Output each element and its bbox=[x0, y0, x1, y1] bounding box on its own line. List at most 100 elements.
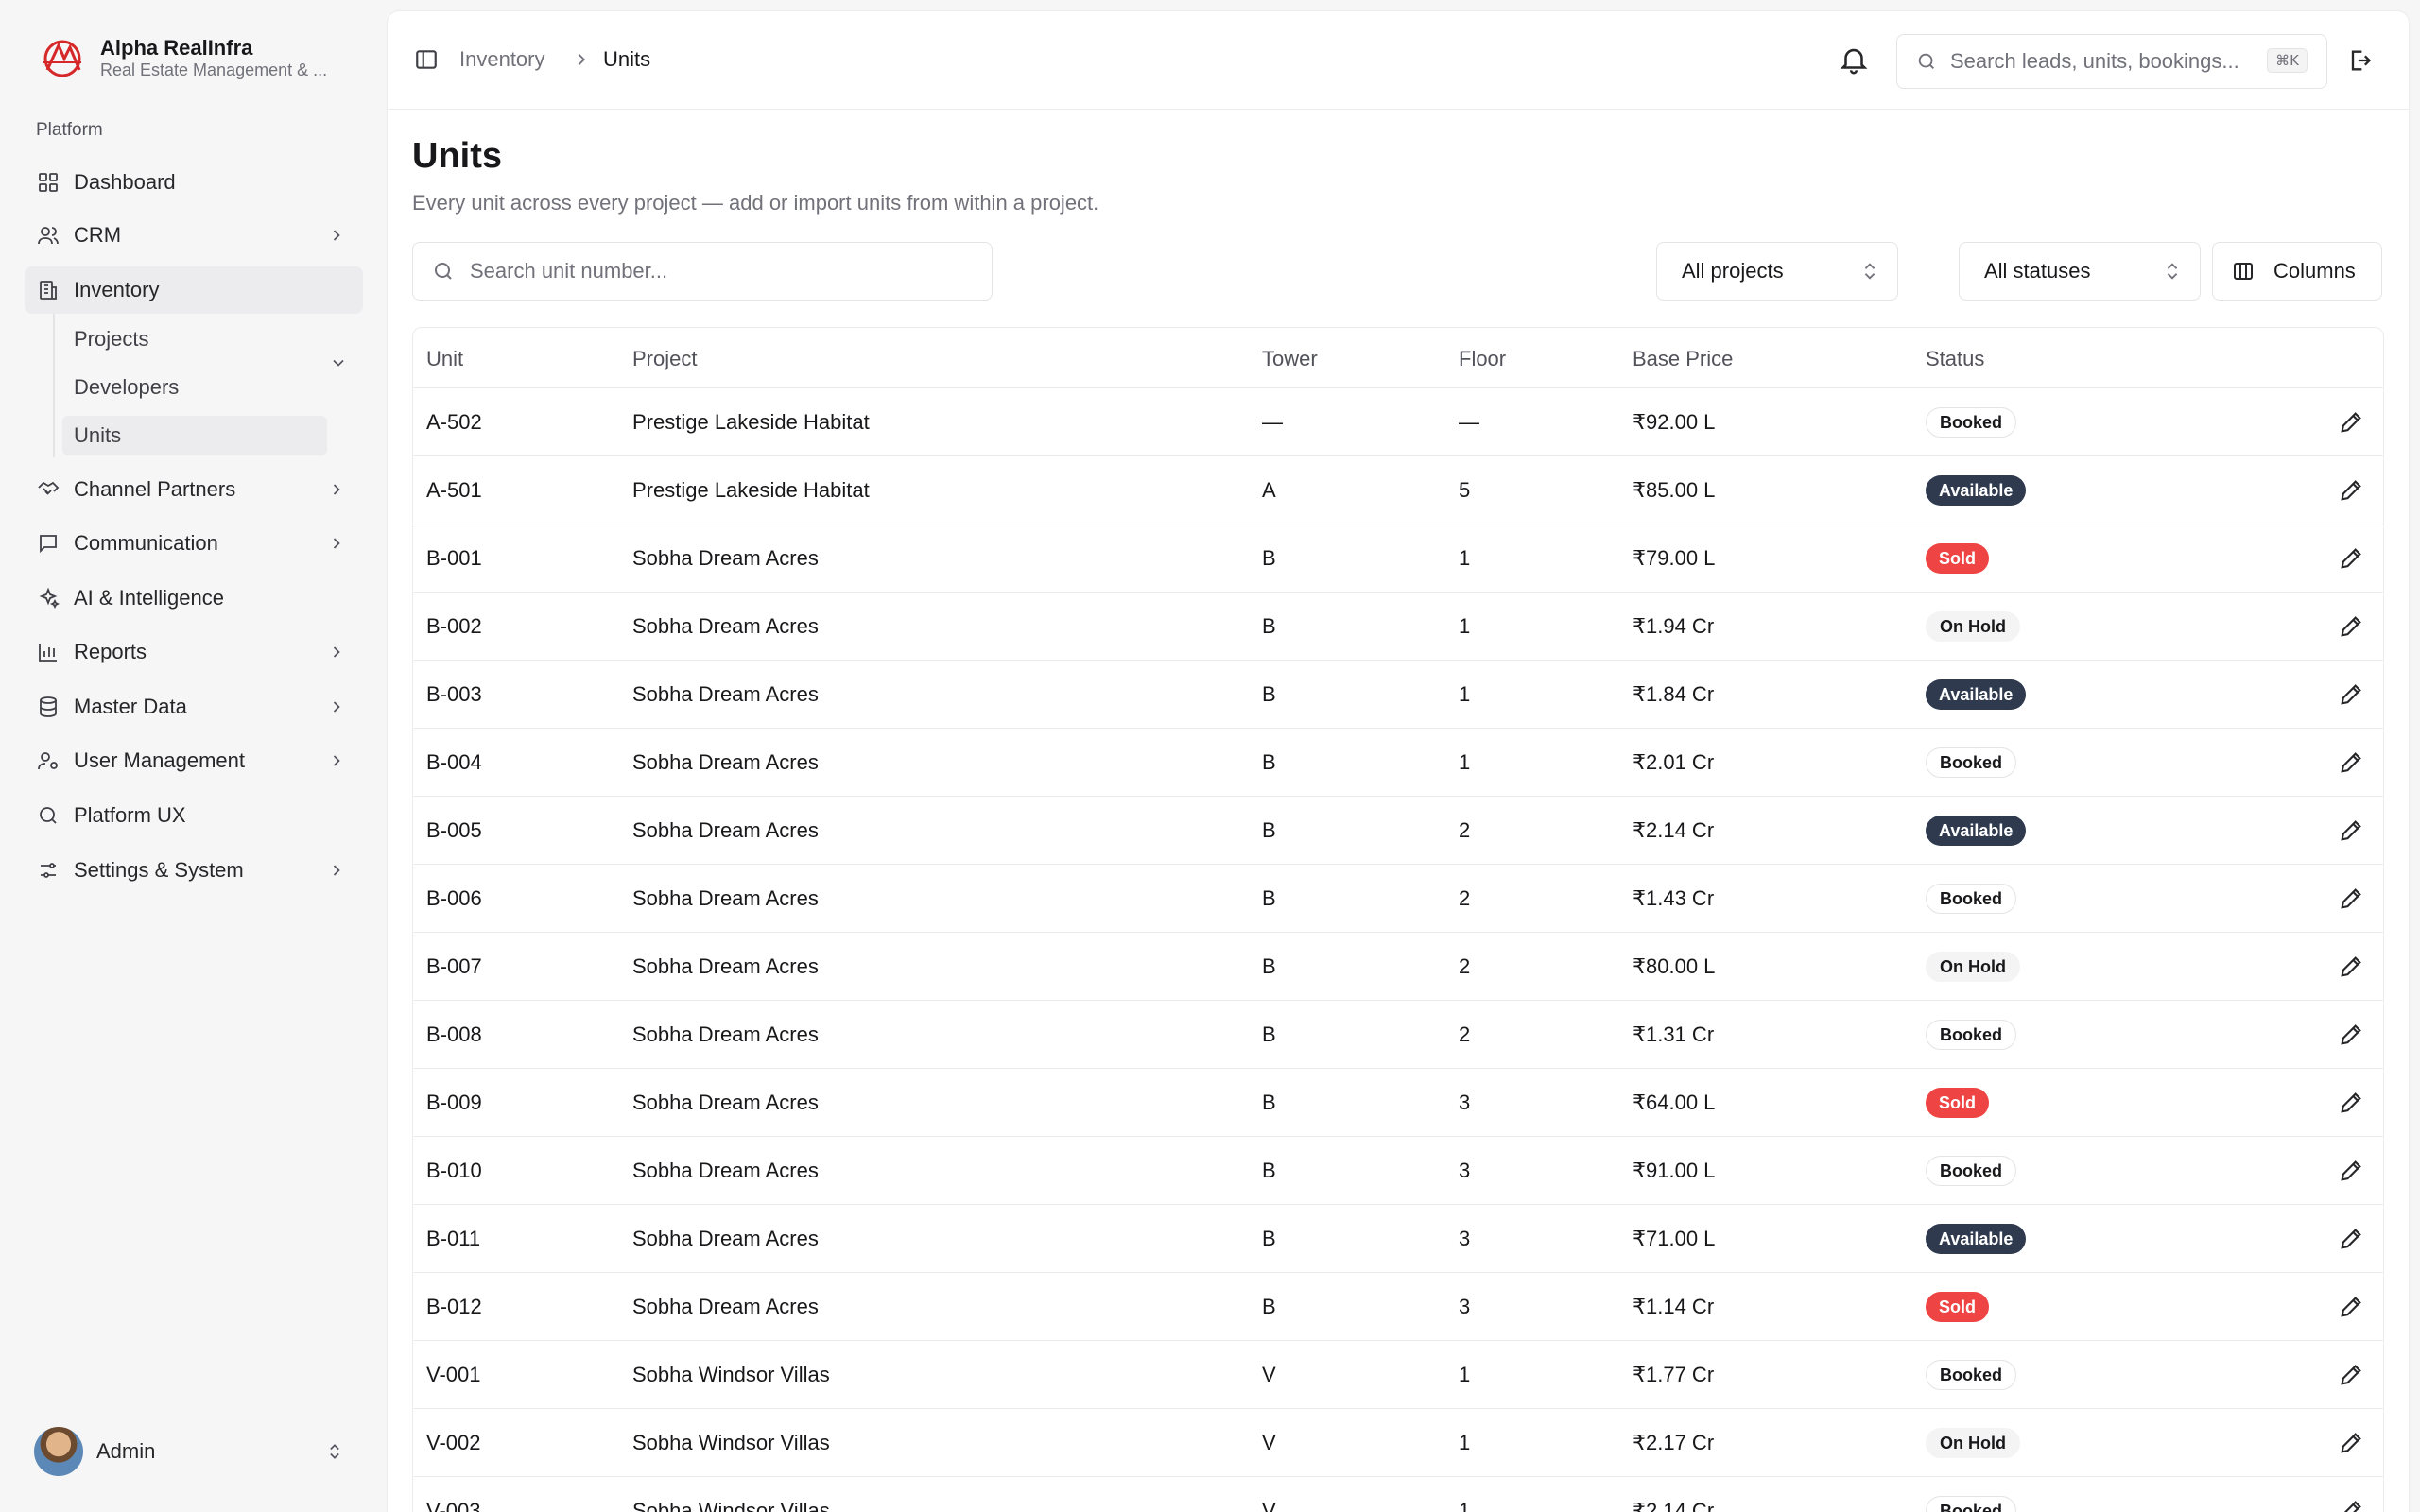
pencil-icon[interactable] bbox=[2338, 545, 2364, 572]
table-row[interactable]: V-003 Sobha Windsor Villas V 1 ₹2.14 Cr Booke… bbox=[413, 1477, 2383, 1512]
cell-tower: — bbox=[1262, 410, 1283, 434]
sidebar-item-ai-intelligence[interactable]: AI & Intelligence bbox=[25, 575, 363, 622]
bell-icon[interactable] bbox=[1838, 43, 1870, 76]
table-row[interactable]: A-501 Prestige Lakeside Habitat A 5 ₹85.00 L… bbox=[413, 456, 2383, 524]
pencil-icon[interactable] bbox=[2338, 613, 2364, 640]
pencil-icon[interactable] bbox=[2338, 477, 2364, 504]
sidebar-item-user-management[interactable]: User Management bbox=[25, 737, 363, 784]
sidebar-item-dashboard[interactable]: Dashboard bbox=[25, 159, 363, 206]
status-badge: Available bbox=[1926, 816, 2027, 846]
pencil-icon[interactable] bbox=[2338, 817, 2364, 844]
pencil-icon[interactable] bbox=[2338, 1090, 2364, 1116]
breadcrumb-inventory[interactable]: Inventory bbox=[459, 47, 545, 72]
cell-project: Sobha Dream Acres bbox=[632, 1091, 819, 1114]
columns-button-label: Columns bbox=[2273, 259, 2356, 283]
sidebar-item-crm[interactable]: CRM bbox=[25, 212, 363, 259]
sidebar-subitem-developers[interactable]: Developers bbox=[62, 368, 327, 407]
top-bar: Inventory Units Search leads, units, boo… bbox=[388, 11, 2409, 110]
cell-base-price: ₹2.17 Cr bbox=[1633, 1431, 1715, 1454]
table-row[interactable]: V-001 Sobha Windsor Villas V 1 ₹1.77 Cr Booke… bbox=[413, 1341, 2383, 1409]
sidebar-item-master-data[interactable]: Master Data bbox=[25, 683, 363, 730]
table-row[interactable]: B-003 Sobha Dream Acres B 1 ₹1.84 Cr Availabl… bbox=[413, 661, 2383, 729]
status-badge: Booked bbox=[1926, 1020, 2017, 1050]
table-row[interactable]: B-007 Sobha Dream Acres B 2 ₹80.00 L On Hold bbox=[413, 933, 2383, 1001]
table-row[interactable]: B-010 Sobha Dream Acres B 3 ₹91.00 L Booked bbox=[413, 1137, 2383, 1205]
project-filter-select[interactable]: All projects bbox=[1656, 242, 1898, 301]
chevron-up-down-icon bbox=[2167, 263, 2178, 280]
sidebar-subitem-projects[interactable]: Projects bbox=[62, 319, 327, 359]
cell-project: Sobha Windsor Villas bbox=[632, 1499, 830, 1512]
table-row[interactable]: B-012 Sobha Dream Acres B 3 ₹1.14 Cr Sold bbox=[413, 1273, 2383, 1341]
database-icon bbox=[36, 695, 60, 719]
sidebar-subitem-units[interactable]: Units bbox=[62, 416, 327, 455]
sidebar-item-channel-partners[interactable]: Channel Partners bbox=[25, 466, 363, 513]
unit-search-input[interactable] bbox=[470, 259, 980, 284]
pencil-icon[interactable] bbox=[2338, 885, 2364, 912]
table-row[interactable]: A-502 Prestige Lakeside Habitat — — ₹92.00 L… bbox=[413, 388, 2383, 456]
pencil-icon[interactable] bbox=[2338, 681, 2364, 708]
brand-subtitle: Real Estate Management & ... bbox=[100, 60, 328, 79]
cell-floor: 3 bbox=[1459, 1159, 1471, 1182]
sidebar-subitem-label: Developers bbox=[74, 375, 180, 399]
project-filter-value: All projects bbox=[1682, 259, 1784, 283]
table-row[interactable]: B-001 Sobha Dream Acres B 1 ₹79.00 L Sold bbox=[413, 524, 2383, 593]
global-search[interactable]: Search leads, units, bookings... ⌘K bbox=[1896, 34, 2327, 89]
cell-unit: V-003 bbox=[426, 1499, 481, 1512]
pencil-icon[interactable] bbox=[2338, 1022, 2364, 1048]
user-menu[interactable]: Admin bbox=[34, 1425, 355, 1478]
pencil-icon[interactable] bbox=[2338, 1226, 2364, 1252]
column-header-floor[interactable]: Floor bbox=[1459, 347, 1506, 371]
table-row[interactable]: B-009 Sobha Dream Acres B 3 ₹64.00 L Sold bbox=[413, 1069, 2383, 1137]
pencil-icon[interactable] bbox=[2338, 954, 2364, 980]
column-header-status[interactable]: Status bbox=[1926, 347, 1984, 371]
table-row[interactable]: B-004 Sobha Dream Acres B 1 ₹2.01 Cr Booked bbox=[413, 729, 2383, 797]
table-row[interactable]: B-006 Sobha Dream Acres B 2 ₹1.43 Cr Booked bbox=[413, 865, 2383, 933]
cell-tower: B bbox=[1262, 1159, 1276, 1182]
table-row[interactable]: B-011 Sobha Dream Acres B 3 ₹71.00 L Availabl… bbox=[413, 1205, 2383, 1273]
column-header-project[interactable]: Project bbox=[632, 347, 697, 371]
cell-base-price: ₹1.84 Cr bbox=[1633, 682, 1715, 706]
sliders-icon bbox=[36, 858, 60, 883]
cell-base-price: ₹64.00 L bbox=[1633, 1091, 1716, 1114]
users-icon bbox=[36, 223, 60, 248]
unit-search[interactable] bbox=[412, 242, 993, 301]
column-header-unit[interactable]: Unit bbox=[426, 347, 463, 371]
pencil-icon[interactable] bbox=[2338, 1430, 2364, 1456]
columns-button[interactable]: Columns bbox=[2212, 242, 2382, 301]
chevron-down-icon[interactable] bbox=[329, 353, 348, 372]
sidebar-item-platform-ux[interactable]: Platform UX bbox=[25, 792, 363, 839]
cell-tower: B bbox=[1262, 750, 1276, 774]
status-filter-select[interactable]: All statuses bbox=[1959, 242, 2201, 301]
cell-unit: B-005 bbox=[426, 818, 482, 842]
column-header-base-price[interactable]: Base Price bbox=[1633, 347, 1733, 371]
section-label: Platform bbox=[36, 120, 103, 140]
table-row[interactable]: V-002 Sobha Windsor Villas V 1 ₹2.17 Cr On Ho… bbox=[413, 1409, 2383, 1477]
bar-chart-icon bbox=[36, 640, 60, 664]
pencil-icon[interactable] bbox=[2338, 1362, 2364, 1388]
sidebar-item-inventory[interactable]: Inventory bbox=[25, 266, 363, 314]
sidebar-item-settings-system[interactable]: Settings & System bbox=[25, 847, 363, 894]
pencil-icon[interactable] bbox=[2338, 409, 2364, 436]
table-row[interactable]: B-002 Sobha Dream Acres B 1 ₹1.94 Cr On Hold bbox=[413, 593, 2383, 661]
cell-tower: B bbox=[1262, 682, 1276, 706]
pencil-icon[interactable] bbox=[2338, 1158, 2364, 1184]
sidebar-toggle-icon[interactable] bbox=[414, 47, 439, 72]
table-row[interactable]: B-008 Sobha Dream Acres B 2 ₹1.31 Cr Booked bbox=[413, 1001, 2383, 1069]
cell-floor: 2 bbox=[1459, 886, 1471, 910]
sparkles-icon bbox=[36, 586, 60, 610]
chevron-right-icon bbox=[333, 646, 340, 658]
user-name: Admin bbox=[96, 1439, 156, 1463]
pencil-icon[interactable] bbox=[2338, 1498, 2364, 1512]
sidebar-item-communication[interactable]: Communication bbox=[25, 520, 363, 567]
cell-floor: 1 bbox=[1459, 750, 1471, 774]
pencil-icon[interactable] bbox=[2338, 1294, 2364, 1320]
logout-icon[interactable] bbox=[2346, 47, 2373, 74]
column-header-tower[interactable]: Tower bbox=[1262, 347, 1318, 371]
pencil-icon[interactable] bbox=[2338, 749, 2364, 776]
cell-project: Sobha Dream Acres bbox=[632, 750, 819, 774]
cell-project: Sobha Windsor Villas bbox=[632, 1431, 830, 1454]
sidebar-subitem-label: Projects bbox=[74, 327, 149, 351]
sidebar-item-reports[interactable]: Reports bbox=[25, 628, 363, 676]
brand[interactable]: Alpha RealInfra Real Estate Management &… bbox=[38, 34, 346, 83]
table-row[interactable]: B-005 Sobha Dream Acres B 2 ₹2.14 Cr Availabl… bbox=[413, 797, 2383, 865]
